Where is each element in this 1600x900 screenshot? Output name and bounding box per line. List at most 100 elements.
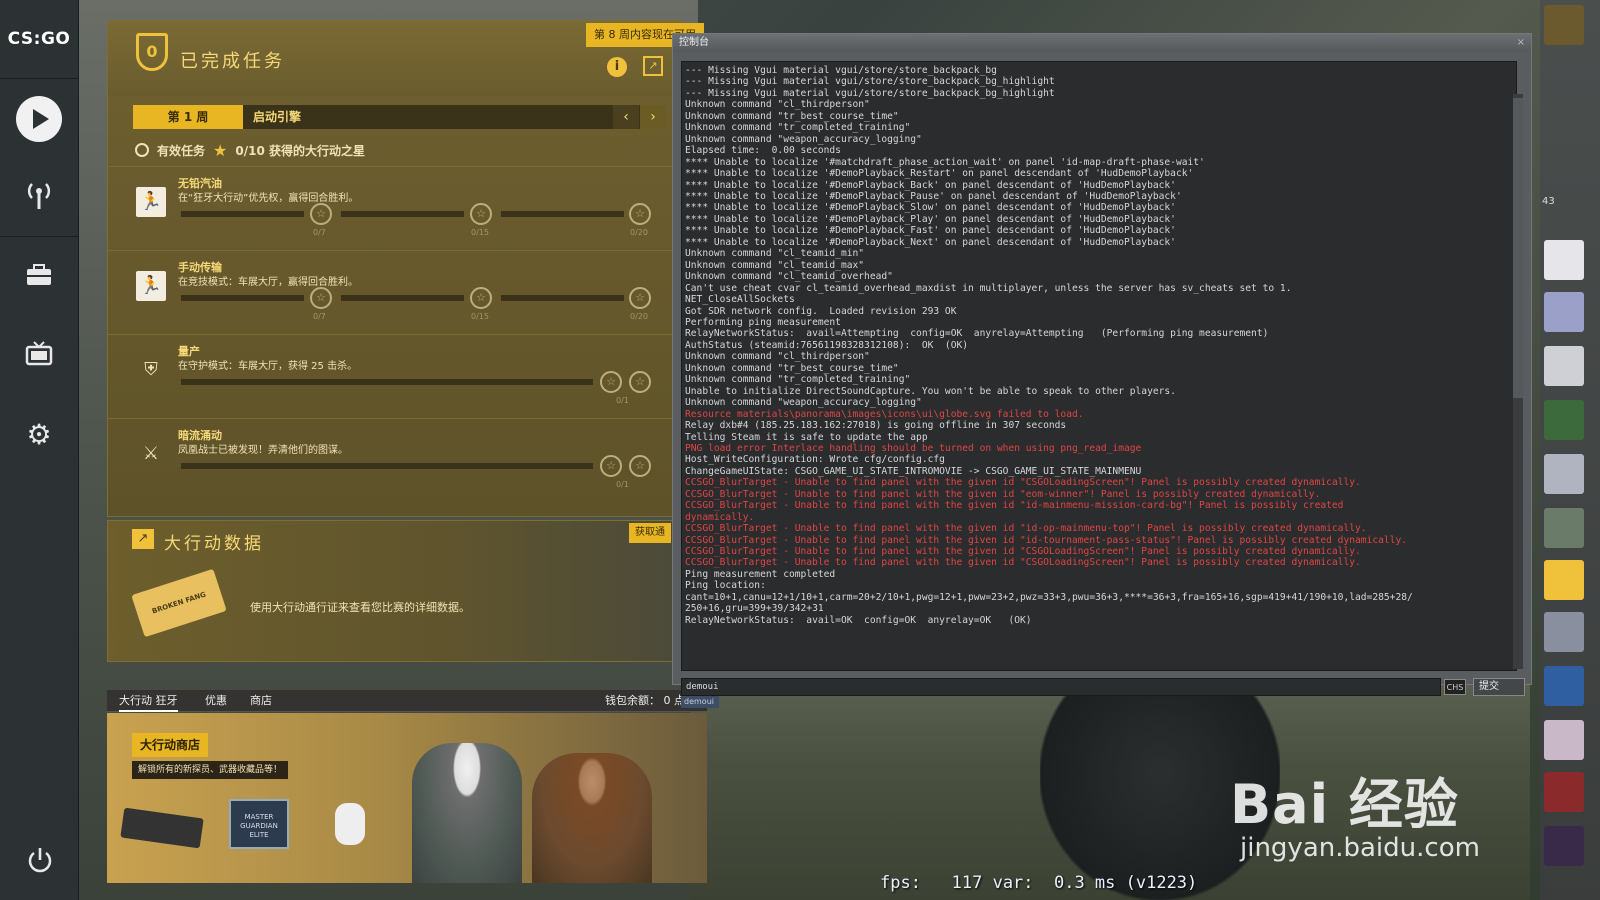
console-line: Unknown command "cl_thirdperson" [685,351,870,363]
tab-broken-fang[interactable]: 大行动 狂牙 [119,690,178,712]
external-link-icon[interactable]: ↗ [643,56,663,76]
agent-image [532,753,652,883]
progress-bar [341,211,464,217]
mission-card[interactable]: ⛨ 量产 在守护模式：车展大厅，获得 25 击杀。 ☆ ☆ 0/1 [108,334,683,418]
star-icon: ☆ [629,455,651,477]
mission-card[interactable]: 🏃 手动传输 在竞技模式：车展大厅，赢得回合胜利。 ☆ 0/7 ☆ 0/15 ☆… [108,250,683,334]
operation-data-panel[interactable]: ↗ 大行动数据 获取通 BROKEN FANG 使用大行动通行证来查看您比赛的详… [107,520,682,662]
tv-icon [25,340,53,371]
mission-card[interactable]: ⚔ 暗流涌动 凤凰战士已被发现！弄清他们的图谋。 ☆ ☆ 0/1 [108,418,683,502]
console-titlebar[interactable]: 控制台 × [673,34,1531,52]
console-line: Ping measurement completed [685,568,836,580]
store-tabs: 大行动 狂牙 优惠 商店 钱包余额： 0 点 [107,690,707,712]
watermark-main: Bai 经验 [1230,773,1459,836]
mission-desc: 在竞技模式：车展大厅，赢得回合胜利。 [178,277,358,288]
console-log[interactable]: --- Missing Vgui material vgui/store/sto… [681,61,1517,671]
star-icon: ☆ [310,203,332,225]
console-line: Performing ping measurement [685,316,841,328]
gear-icon: ⚙ [26,417,52,451]
avatar[interactable] [1544,826,1584,866]
console-line: **** Unable to localize '#DemoPlayback_P… [685,190,1182,202]
avatar[interactable] [1544,292,1584,332]
console-line: Unknown command "weapon_accuracy_logging… [685,397,922,409]
console-submit-button[interactable]: 提交 [1473,678,1525,696]
console-line: CCSGO_BlurTarget - Unable to find panel … [685,523,1367,535]
progress-bar [181,463,593,469]
avatar[interactable] [1544,772,1584,812]
missions-title: 已完成任务 [180,51,285,72]
star-icon: ☆ [310,287,332,309]
weapon-image [120,807,204,849]
console-line: NET_CloseAllSockets [685,294,795,306]
hand-gesture-image [335,803,365,845]
avatar[interactable] [1544,666,1584,706]
console-line: Relay dxb#4 (185.25.183.162:27018) is go… [685,420,1067,432]
console-scrollbar[interactable] [1513,94,1523,669]
progress-count: 0/7 [313,312,326,321]
mission-card[interactable]: 🏃 无铅汽油 在“狂牙大行动”优先权，赢得回合胜利。 ☆ 0/7 ☆ 0/15 … [108,166,683,250]
console-suggestion[interactable]: demoui [681,696,719,708]
avatar[interactable] [1544,612,1584,652]
console-line: cant=10+1,canu=12+1/10+1,carm=20+2/10+1,… [685,591,1413,603]
console-line: Host_WriteConfiguration: Wrote cfg/confi… [685,454,945,466]
broadcast-icon [24,179,54,216]
console-line: CCSGO_BlurTarget - Unable to find panel … [685,477,1361,489]
avatar[interactable] [1544,454,1584,494]
tab-store[interactable]: 商店 [250,690,272,712]
mission-desc: 凤凰战士已被发现！弄清他们的图谋。 [178,445,348,456]
nav-tv[interactable] [0,316,78,395]
info-icon[interactable]: i [607,57,627,77]
avatar[interactable] [1544,346,1584,386]
console-line: Unknown command "tr_completed_training" [685,374,911,386]
friends-list: 43 [1540,0,1600,900]
mission-runner-icon: 🏃 [136,271,166,301]
progress-bar [501,211,624,217]
progress-count: 0/15 [471,228,489,237]
nav-settings[interactable]: ⚙ [0,395,78,474]
fps-counter: fps: 117 var: 0.3 ms (v1223) [880,873,1198,893]
avatar[interactable] [1544,5,1584,45]
console-input[interactable]: demoui [681,678,1441,696]
operation-data-desc: 使用大行动通行证来查看您比赛的详细数据。 [250,601,470,614]
avatar[interactable] [1544,720,1584,760]
star-icon: ☆ [470,287,492,309]
avatar[interactable] [1544,240,1584,280]
operation-data-title: 大行动数据 [164,534,264,554]
avatar[interactable] [1544,508,1584,548]
week-label[interactable]: 第 1 周 [133,105,243,129]
power-button[interactable] [0,846,79,878]
console-line: **** Unable to localize '#matchdraft_pha… [685,156,1205,168]
operation-store-banner[interactable]: 大行动商店 解锁所有的新探员、武器收藏品等！ MASTER GUARDIAN E… [107,713,707,883]
get-pass-button[interactable]: 获取通 [629,523,671,543]
nav-watch[interactable] [0,158,78,237]
console-line: CCSGO_BlurTarget - Unable to find panel … [685,546,1361,558]
star-icon: ☆ [629,287,651,309]
wallet-balance: 钱包余额： 0 点 [605,694,685,707]
console-line: dynamically. [685,511,755,523]
crossed-swords-icon: ⚔ [142,443,160,464]
friend-count: 43 [1542,196,1555,207]
console-line: Elapsed time: 0.00 seconds [685,145,841,157]
close-icon[interactable]: × [1517,34,1525,52]
progress-count: 0/1 [616,480,629,489]
console-line: CCSGO_BlurTarget - Unable to find panel … [685,534,1407,546]
avatar[interactable] [1544,560,1584,600]
console-line: Got SDR network config. Loaded revision … [685,305,957,317]
avatar[interactable] [1544,400,1584,440]
nav-inventory[interactable] [0,237,78,316]
console-line: Unknown command "tr_best_course_time" [685,110,899,122]
tab-deals[interactable]: 优惠 [205,690,227,712]
missions-header: 0 已完成任务 第 8 周内容现在可用 i ↗ [108,21,704,96]
star-icon: ☆ [629,371,651,393]
console-line: Can't use cheat cvar cl_teamid_overhead_… [685,282,1292,294]
agent-image [412,743,522,883]
console-line: Resource materials\panorama\images\icons… [685,408,1084,420]
console-window[interactable]: 控制台 × --- Missing Vgui material vgui/sto… [672,33,1532,708]
mission-runner-icon: 🏃 [136,187,166,217]
chevron-left-icon[interactable]: ‹ [613,105,639,129]
star-icon: ☆ [600,455,622,477]
chevron-right-icon[interactable]: › [640,105,666,129]
nav-play[interactable] [0,79,78,158]
mission-stats: 有效任务 ★ 0/10 获得的大行动之星 [135,141,365,160]
csgo-logo[interactable]: CS:GO [0,0,78,79]
